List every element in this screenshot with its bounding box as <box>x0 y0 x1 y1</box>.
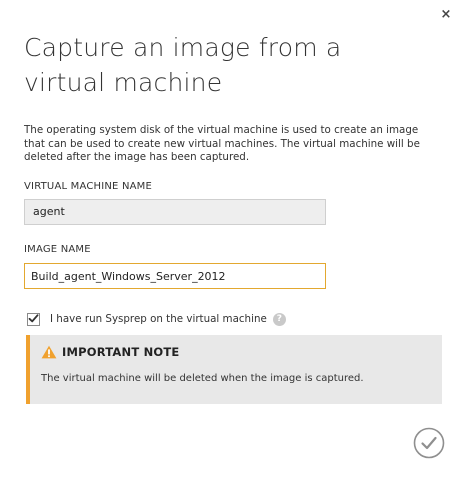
note-header: IMPORTANT NOTE <box>41 345 180 359</box>
complete-check-icon <box>413 427 445 459</box>
sysprep-checkbox[interactable] <box>27 312 40 326</box>
sysprep-label: I have run Sysprep on the virtual machin… <box>50 313 267 325</box>
sysprep-row: I have run Sysprep on the virtual machin… <box>27 311 286 327</box>
help-icon[interactable]: ? <box>272 312 286 326</box>
dialog-title: Capture an image from a virtual machine <box>24 33 342 97</box>
note-title: IMPORTANT NOTE <box>62 345 180 359</box>
close-icon[interactable]: × <box>439 8 453 22</box>
important-note: IMPORTANT NOTE The virtual machine will … <box>26 335 442 404</box>
warning-icon <box>41 345 57 359</box>
dialog-description: The operating system disk of the virtual… <box>24 124 420 164</box>
vm-name-label: VIRTUAL MACHINE NAME <box>24 181 153 192</box>
vm-name-field: agent <box>24 199 326 225</box>
note-text: The virtual machine will be deleted when… <box>41 373 364 384</box>
checkmark-icon <box>28 313 39 322</box>
complete-button[interactable] <box>413 427 445 459</box>
image-name-input[interactable] <box>24 263 326 289</box>
image-name-label: IMAGE NAME <box>24 244 91 255</box>
capture-image-dialog: × Capture an image from a virtual machin… <box>0 0 467 480</box>
